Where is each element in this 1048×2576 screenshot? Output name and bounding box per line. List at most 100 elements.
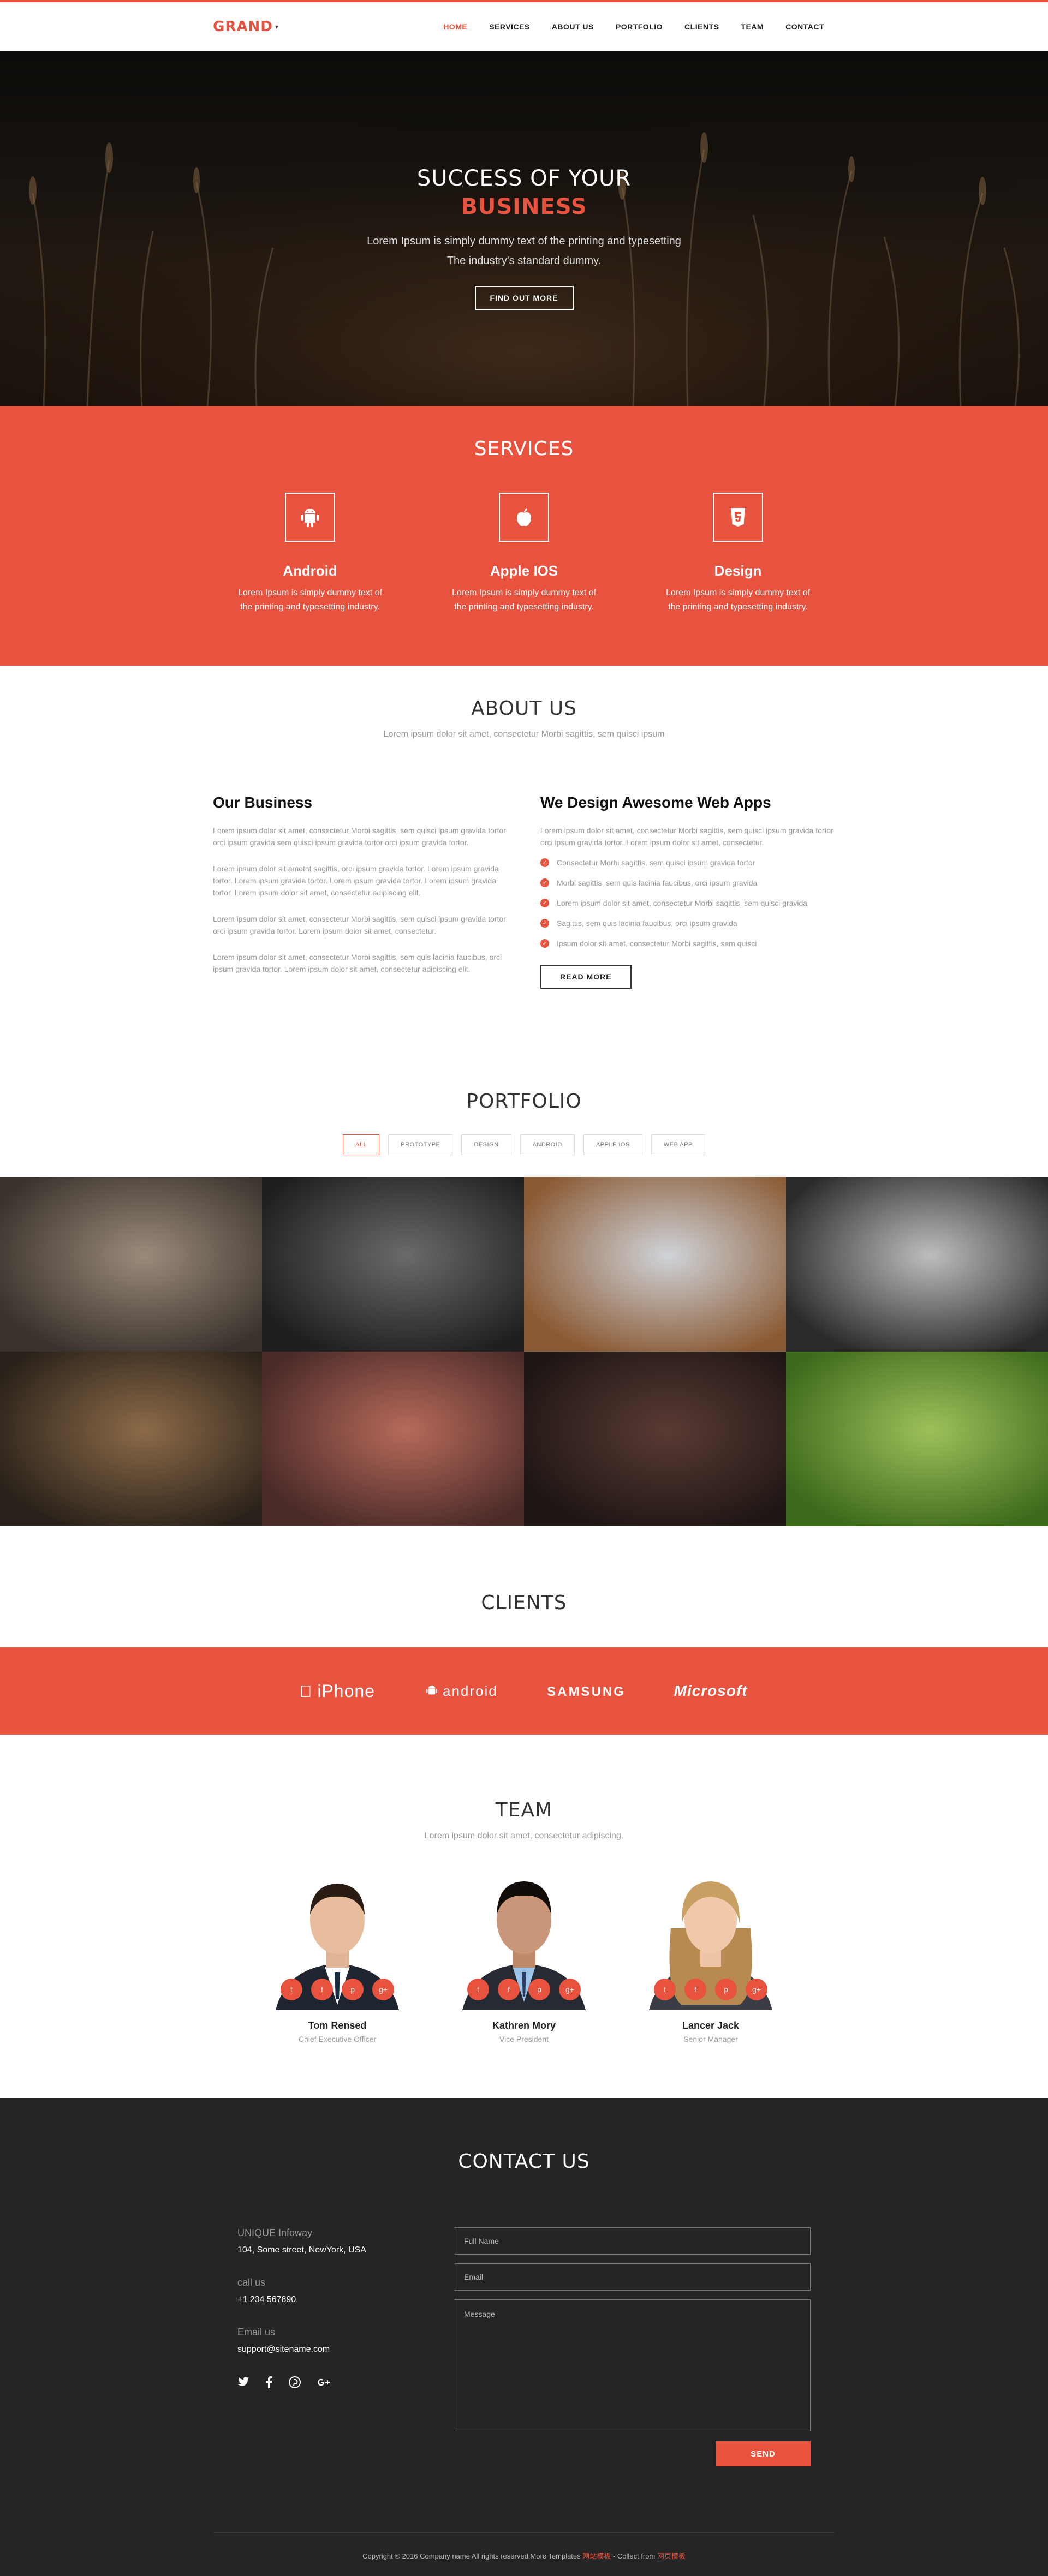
portfolio-item-laptop-on-desk[interactable] <box>524 1177 786 1352</box>
nav-about[interactable]: ABOUT US <box>541 22 605 31</box>
message-textarea[interactable]: Message <box>455 2299 811 2431</box>
copyright: Copyright © 2016 Company name All rights… <box>213 2532 835 2576</box>
our-business-column: Our Business Lorem ipsum dolor sit amet,… <box>213 794 508 989</box>
twitter-icon[interactable]: t <box>467 1979 489 2000</box>
portfolio-item-laptop-on-grass[interactable] <box>786 1352 1048 1526</box>
twitter-icon[interactable]: t <box>654 1979 676 2000</box>
pinterest-icon[interactable]: p <box>715 1979 737 2000</box>
site-header: GRAND ▾ HOME SERVICES ABOUT US PORTFOLIO… <box>0 2 1048 51</box>
google-plus-icon[interactable] <box>317 2376 330 2392</box>
web-apps-heading: We Design Awesome Web Apps <box>540 794 771 811</box>
client-microsoft-logo: Microsoft <box>674 1682 748 1699</box>
facebook-icon[interactable]: f <box>498 1979 520 2000</box>
pinterest-icon[interactable]: p <box>528 1979 550 2000</box>
email-input[interactable]: Email <box>455 2263 811 2291</box>
business-paragraph: Lorem ipsum dolor sit amet, consectetur … <box>213 915 506 935</box>
find-out-more-button[interactable]: FIND OUT MORE <box>474 286 574 310</box>
send-button[interactable]: SEND <box>716 2441 811 2466</box>
hero-line-1: Lorem Ipsum is simply dummy text of the … <box>367 235 681 247</box>
full-name-input[interactable]: Full Name <box>455 2227 811 2255</box>
list-item: ✓ Ipsum dolor sit amet, consectetur Morbi… <box>540 939 835 948</box>
pinterest-icon[interactable] <box>289 2376 301 2392</box>
pinterest-icon[interactable]: p <box>342 1979 364 2000</box>
filter-design[interactable]: DESIGN <box>461 1134 511 1155</box>
service-name: Design <box>714 563 762 579</box>
portfolio-item-mixing-console[interactable] <box>0 1177 262 1352</box>
clients-title: CLIENTS <box>481 1592 567 1614</box>
clients-band:  iPhone android SAMSUNG Microsoft <box>0 1647 1048 1735</box>
clients-section: CLIENTS  iPhone android SAMSUNG Microso… <box>0 1526 1048 1735</box>
member-photo: t f p g+ <box>451 1863 597 2010</box>
nav-home[interactable]: HOME <box>432 22 478 31</box>
member-social: t f p g+ <box>451 1979 597 2000</box>
client-android-logo: android <box>400 1682 524 1700</box>
company-label: UNIQUE Infoway <box>237 2227 313 2238</box>
company-address: 104, Some street, NewYork, USA <box>237 2245 366 2255</box>
check-icon: ✓ <box>540 858 549 867</box>
portfolio-item-person-laptop[interactable] <box>524 1352 786 1526</box>
contact-info: UNIQUE Infoway 104, Some street, NewYork… <box>237 2227 401 2466</box>
team-member: t f p g+ Lancer Jack Senior Manager <box>638 1863 783 2043</box>
html5-icon[interactable] <box>713 493 763 542</box>
portfolio-item-turntable[interactable] <box>786 1177 1048 1352</box>
nav-services[interactable]: SERVICES <box>478 22 541 31</box>
list-item: ✓ Morbi sagittis, sem quis lacinia faucib… <box>540 878 835 887</box>
portfolio-title: PORTFOLIO <box>466 1090 582 1113</box>
filter-prototype[interactable]: PROTOTYPE <box>388 1134 453 1155</box>
google-plus-icon[interactable]: g+ <box>559 1979 581 2000</box>
portfolio-item-hands-writing[interactable] <box>0 1352 262 1526</box>
member-social: t f p g+ <box>265 1979 410 2000</box>
team-member: t f p g+ Kathren Mory Vice President <box>451 1863 597 2043</box>
filter-apple-ios[interactable]: APPLE IOS <box>583 1134 642 1155</box>
nav-contact[interactable]: CONTACT <box>775 22 835 31</box>
about-subtitle: Lorem ipsum dolor sit amet, consectetur … <box>383 730 665 739</box>
templates-link[interactable]: 网站模板 <box>582 2552 611 2560</box>
portfolio-item-headphones[interactable] <box>262 1352 524 1526</box>
hero-title: SUCCESS OF YOUR <box>416 166 632 191</box>
filter-web-app[interactable]: WEB APP <box>651 1134 705 1155</box>
email-address[interactable]: support@sitename.com <box>237 2345 401 2354</box>
logo-text: GRAND <box>213 19 273 35</box>
member-name: Kathren Mory <box>492 2020 556 2031</box>
nav-team[interactable]: TEAM <box>730 22 775 31</box>
service-name: Apple IOS <box>490 563 558 579</box>
nav-clients[interactable]: CLIENTS <box>674 22 730 31</box>
team-section: TEAM Lorem ipsum dolor sit amet, consect… <box>0 1735 1048 2098</box>
filter-android[interactable]: ANDROID <box>520 1134 575 1155</box>
about-section: ABOUT US Lorem ipsum dolor sit amet, con… <box>0 666 1048 1059</box>
service-desc: Lorem Ipsum is simply dummy text of the … <box>451 588 597 612</box>
portfolio-grid <box>0 1177 1048 1526</box>
team-member: t f p g+ Tom Rensed Chief Executive Officer <box>265 1863 410 2043</box>
business-paragraph: Lorem ipsum dolor sit amet, consectetur … <box>213 826 506 847</box>
twitter-icon[interactable]: t <box>281 1979 302 2000</box>
member-role: Chief Executive Officer <box>298 2035 377 2043</box>
service-desc: Lorem Ipsum is simply dummy text of the … <box>237 588 383 612</box>
hero-line-2: The industry's standard dummy. <box>446 255 602 267</box>
filter-all[interactable]: ALL <box>343 1134 380 1155</box>
member-role: Vice President <box>499 2035 549 2043</box>
google-plus-icon[interactable]: g+ <box>372 1979 394 2000</box>
google-plus-icon[interactable]: g+ <box>746 1979 767 2000</box>
portfolio-section: PORTFOLIO ALL PROTOTYPE DESIGN ANDROID A… <box>0 1059 1048 1526</box>
check-icon: ✓ <box>540 899 549 907</box>
web-apps-intro: Lorem ipsum dolor sit amet, consectetur … <box>540 826 833 847</box>
facebook-icon[interactable]: f <box>311 1979 333 2000</box>
contact-form: Full Name Email Message SEND <box>455 2227 811 2466</box>
facebook-icon[interactable]: f <box>684 1979 706 2000</box>
android-icon[interactable] <box>285 493 335 542</box>
list-item: ✓ Consectetur Morbi sagittis, sem quisci … <box>540 858 835 867</box>
contact-social <box>237 2376 401 2392</box>
collect-link[interactable]: 网页模板 <box>657 2552 686 2560</box>
member-name: Lancer Jack <box>682 2020 740 2031</box>
read-more-button[interactable]: READ MORE <box>540 965 632 989</box>
twitter-icon[interactable] <box>237 2376 249 2392</box>
feature-list: ✓ Consectetur Morbi sagittis, sem quisci … <box>540 858 835 948</box>
email-label: Email us <box>237 2327 276 2338</box>
facebook-icon[interactable] <box>266 2376 272 2392</box>
services-section: SERVICES Android Lorem Ipsum is simply d… <box>0 406 1048 666</box>
site-logo[interactable]: GRAND ▾ <box>213 19 279 35</box>
member-photo: t f p g+ <box>638 1863 783 2010</box>
nav-portfolio[interactable]: PORTFOLIO <box>605 22 674 31</box>
apple-icon[interactable] <box>499 493 549 542</box>
portfolio-item-speaker-device[interactable] <box>262 1177 524 1352</box>
